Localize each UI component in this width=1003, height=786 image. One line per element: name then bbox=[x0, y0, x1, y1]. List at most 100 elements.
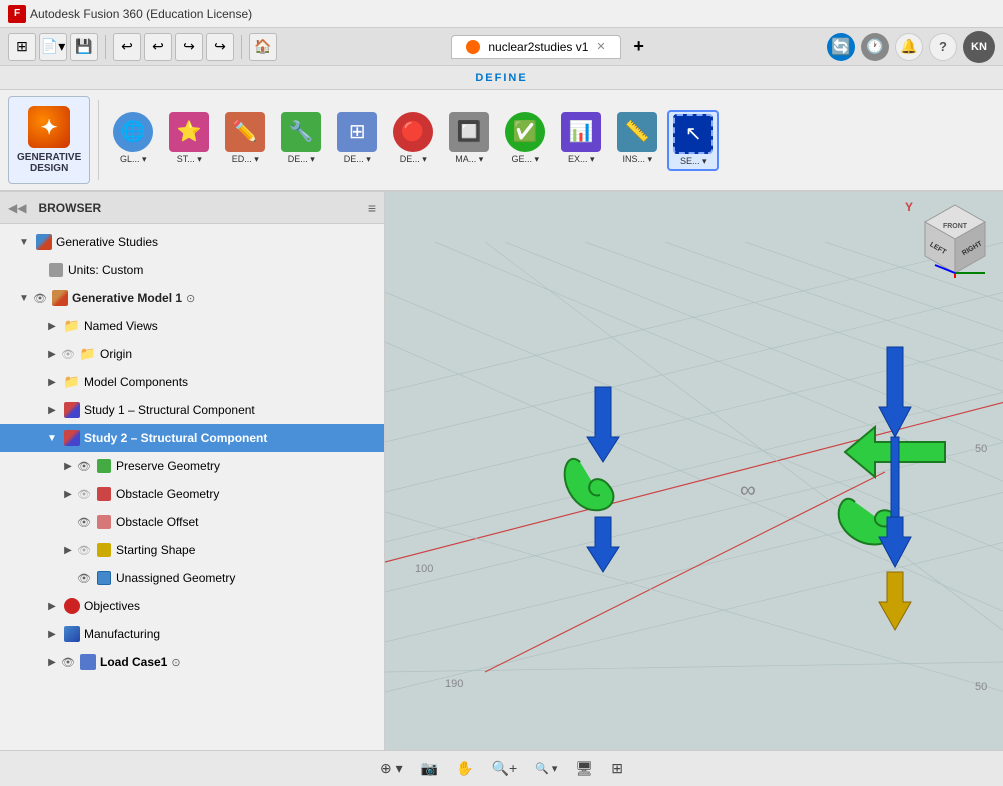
expand-manufacturing[interactable]: ▶ bbox=[44, 626, 60, 642]
tree-item-gen-studies[interactable]: ▼ Generative Studies bbox=[0, 228, 384, 256]
ribbon-btn-generate-label: GE... ▾ bbox=[512, 154, 540, 165]
undo2-btn[interactable]: ↩ bbox=[144, 33, 172, 61]
camera-btn[interactable]: 📷 bbox=[415, 756, 444, 781]
ribbon-btn-select-label: SE... ▾ bbox=[680, 156, 707, 167]
define2-icon: ⊞ bbox=[337, 112, 377, 152]
eye-obstacle-offset[interactable]: 👁 bbox=[76, 514, 92, 530]
tree-item-preserve-geom[interactable]: ▶ 👁 Preserve Geometry bbox=[0, 452, 384, 480]
tree-item-origin[interactable]: ▶ 👁 📁 Origin bbox=[0, 340, 384, 368]
preserve-geom-label: Preserve Geometry bbox=[116, 459, 220, 473]
ribbon-btn-explore[interactable]: 📊 EX... ▾ bbox=[555, 110, 607, 171]
ribbon-btn-select[interactable]: ↖ SE... ▾ bbox=[667, 110, 719, 171]
eye-origin[interactable]: 👁 bbox=[60, 346, 76, 362]
tree-item-manufacturing[interactable]: ▶ Manufacturing bbox=[0, 620, 384, 648]
svg-text:FRONT: FRONT bbox=[943, 223, 968, 230]
nav-cube[interactable]: FRONT RIGHT LEFT bbox=[915, 200, 995, 280]
viewport[interactable]: 190 100 50 50 bbox=[385, 192, 1003, 750]
ribbon-row1: 🌐 GL... ▾ ⭐ ST... ▾ ✏️ ED... ▾ 🔧 DE... ▾… bbox=[107, 110, 719, 171]
expand-starting-shape[interactable]: ▶ bbox=[60, 542, 76, 558]
save-btn[interactable]: 💾 bbox=[70, 33, 98, 61]
tree-item-obstacle-offset[interactable]: 👁 Obstacle Offset bbox=[0, 508, 384, 536]
browser-menu-btn[interactable]: ≡ bbox=[368, 200, 376, 216]
eye-obstacle-geom[interactable]: 👁 bbox=[76, 486, 92, 502]
eye-loadcase[interactable]: 👁 bbox=[60, 654, 76, 670]
model-components-icon: 📁 bbox=[63, 373, 81, 391]
objectives-icon bbox=[63, 597, 81, 615]
fit-screen-btn[interactable]: ⊕ ▾ bbox=[374, 756, 409, 781]
ribbon-btn-generate[interactable]: ✅ GE... ▾ bbox=[499, 110, 551, 171]
quick-access-toolbar: ⊞ 📄▾ 💾 ↩ ↩ ↪ ↪ 🏠 bbox=[8, 33, 277, 61]
expand-preserve-geom[interactable]: ▶ bbox=[60, 458, 76, 474]
tree-item-model-components[interactable]: ▶ 📁 Model Components bbox=[0, 368, 384, 396]
zoom-out-btn[interactable]: 🔍 ▾ bbox=[529, 758, 563, 779]
expand-origin[interactable]: ▶ bbox=[44, 346, 60, 362]
expand-gen-model[interactable]: ▼ bbox=[16, 290, 32, 306]
ribbon-btn-globe-label: GL... ▾ bbox=[120, 154, 147, 165]
help-btn[interactable]: ? bbox=[929, 33, 957, 61]
expand-study1[interactable]: ▶ bbox=[44, 402, 60, 418]
tree-item-study1[interactable]: ▶ Study 1 – Structural Component bbox=[0, 396, 384, 424]
expand-loadcase[interactable]: ▶ bbox=[44, 654, 60, 670]
tree-item-study2[interactable]: ▼ Study 2 – Structural Component bbox=[0, 424, 384, 452]
ribbon-btn-star[interactable]: ⭐ ST... ▾ bbox=[163, 110, 215, 171]
expand-units bbox=[28, 262, 44, 278]
loadcase-target-icon[interactable]: ⊙ bbox=[171, 656, 180, 669]
gen-model-icon bbox=[51, 289, 69, 307]
active-tab[interactable]: nuclear2studies v1 ✕ bbox=[451, 35, 620, 59]
ribbon-btn-material[interactable]: 🔲 MA... ▾ bbox=[443, 110, 495, 171]
ribbon-btn-inspect[interactable]: 📏 INS... ▾ bbox=[611, 110, 663, 171]
tree-item-loadcase[interactable]: ▶ 👁 Load Case1 ⊙ bbox=[0, 648, 384, 676]
gen-model-target-icon[interactable]: ⊙ bbox=[186, 292, 195, 305]
eye-preserve-geom[interactable]: 👁 bbox=[76, 458, 92, 474]
history-btn[interactable]: 🕐 bbox=[861, 33, 889, 61]
nav-cube-svg: FRONT RIGHT LEFT bbox=[915, 200, 995, 280]
zoom-in-btn[interactable]: 🔍+ bbox=[486, 756, 524, 781]
home-btn[interactable]: 🏠 bbox=[249, 33, 277, 61]
tree-item-named-views[interactable]: ▶ 📁 Named Views bbox=[0, 312, 384, 340]
apps-btn[interactable]: ⊞ bbox=[8, 33, 36, 61]
expand-objectives[interactable]: ▶ bbox=[44, 598, 60, 614]
user-avatar[interactable]: KN bbox=[963, 31, 995, 63]
redo2-btn[interactable]: ↪ bbox=[206, 33, 234, 61]
gen-design-btn[interactable]: ✦ GENERATIVE DESIGN bbox=[8, 96, 90, 184]
study1-icon bbox=[63, 401, 81, 419]
add-tab-btn[interactable]: + bbox=[625, 33, 653, 61]
eye-gen-model[interactable]: 👁 bbox=[32, 290, 48, 306]
expand-named-views[interactable]: ▶ bbox=[44, 318, 60, 334]
grid-display-btn[interactable]: ⊞ bbox=[605, 756, 629, 781]
tree-item-unassigned-geom[interactable]: 👁 Unassigned Geometry bbox=[0, 564, 384, 592]
expand-model-components[interactable]: ▶ bbox=[44, 374, 60, 390]
tree-item-units[interactable]: Units: Custom bbox=[0, 256, 384, 284]
tree-item-gen-model[interactable]: ▼ 👁 Generative Model 1 ⊙ bbox=[0, 284, 384, 312]
main-area: ◀◀ BROWSER ≡ ▼ Generative Studies Units:… bbox=[0, 192, 1003, 750]
tab-close-icon[interactable]: ✕ bbox=[596, 40, 605, 53]
sync-btn[interactable]: 🔄 bbox=[827, 33, 855, 61]
notify-btn[interactable]: 🔔 bbox=[895, 33, 923, 61]
eye-starting-shape[interactable]: 👁 bbox=[76, 542, 92, 558]
study1-label: Study 1 – Structural Component bbox=[84, 403, 255, 417]
ribbon-btn-de1[interactable]: 🔧 DE... ▾ bbox=[275, 110, 327, 171]
expand-obstacle-geom[interactable]: ▶ bbox=[60, 486, 76, 502]
tree-item-obstacle-geom[interactable]: ▶ 👁 Obstacle Geometry bbox=[0, 480, 384, 508]
expand-gen-studies[interactable]: ▼ bbox=[16, 234, 32, 250]
axis-y-label: Y bbox=[905, 200, 913, 214]
origin-icon: 📁 bbox=[79, 345, 97, 363]
browser-collapse-btn[interactable]: ◀◀ bbox=[8, 201, 26, 215]
file-menu-btn[interactable]: 📄▾ bbox=[39, 33, 67, 61]
ribbon-btn-edit[interactable]: ✏️ ED... ▾ bbox=[219, 110, 271, 171]
globe-icon: 🌐 bbox=[113, 112, 153, 152]
redo-btn[interactable]: ↪ bbox=[175, 33, 203, 61]
define-label: DEFINE bbox=[475, 72, 527, 84]
ribbon-btn-de3[interactable]: 🔴 DE... ▾ bbox=[387, 110, 439, 171]
starting-shape-label: Starting Shape bbox=[116, 543, 195, 557]
obstacle-offset-label: Obstacle Offset bbox=[116, 515, 198, 529]
ribbon-btn-de2[interactable]: ⊞ DE... ▾ bbox=[331, 110, 383, 171]
tree-item-starting-shape[interactable]: ▶ 👁 Starting Shape bbox=[0, 536, 384, 564]
undo-btn[interactable]: ↩ bbox=[113, 33, 141, 61]
pan-btn[interactable]: ✋ bbox=[450, 756, 479, 781]
display-settings-btn[interactable]: 🖥 bbox=[569, 756, 599, 781]
eye-unassigned-geom[interactable]: 👁 bbox=[76, 570, 92, 586]
tree-item-objectives[interactable]: ▶ Objectives bbox=[0, 592, 384, 620]
expand-study2[interactable]: ▼ bbox=[44, 430, 60, 446]
ribbon-btn-globe[interactable]: 🌐 GL... ▾ bbox=[107, 110, 159, 171]
